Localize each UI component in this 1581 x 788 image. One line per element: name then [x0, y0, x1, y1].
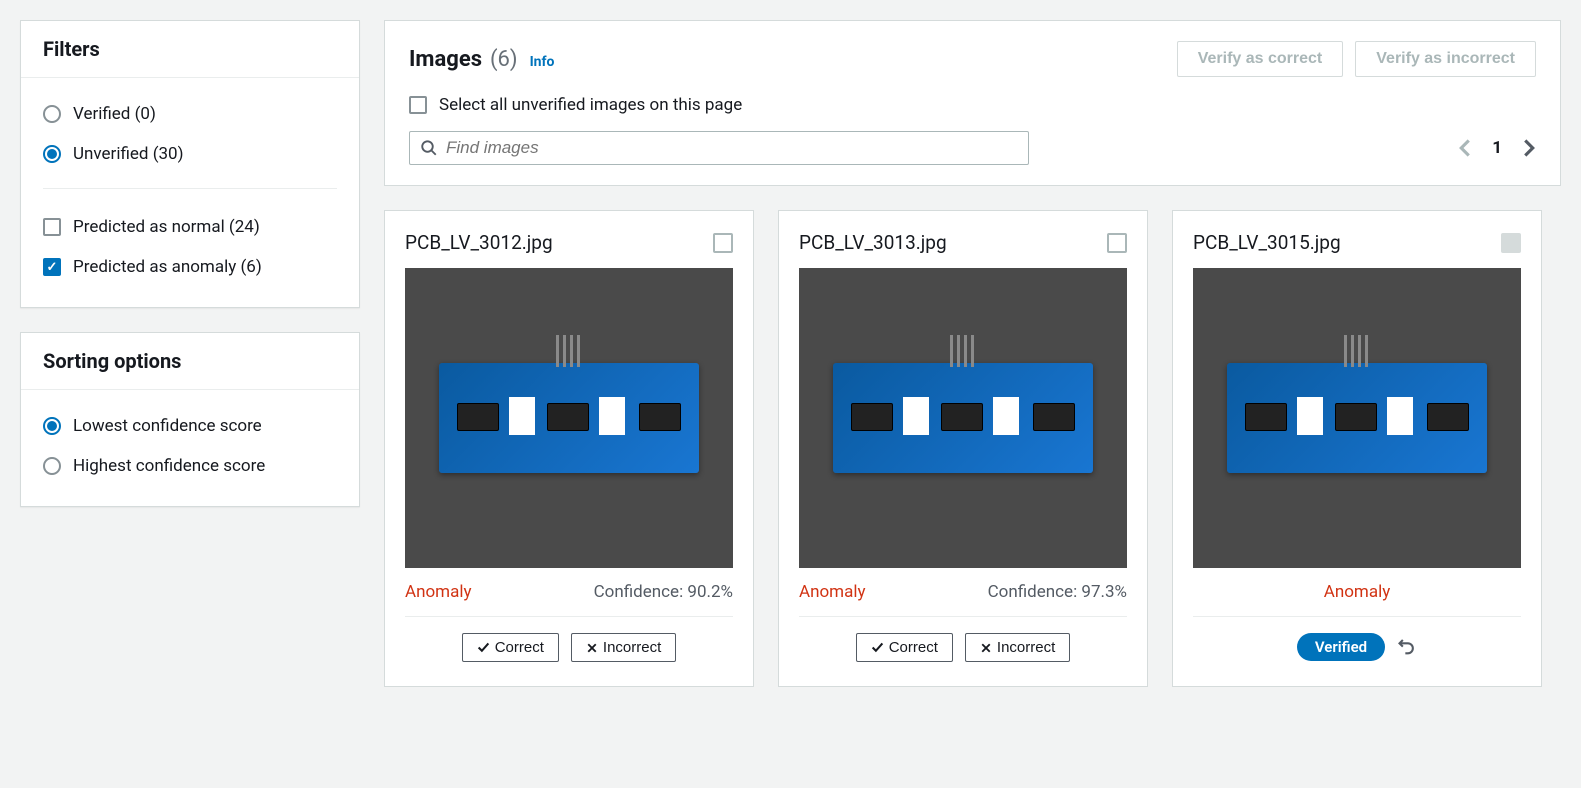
- filters-panel: Filters Verified (0) Unverified (30) Pred…: [20, 20, 360, 308]
- button-label: Correct: [495, 639, 544, 656]
- verify-incorrect-button[interactable]: Verify as incorrect: [1355, 41, 1536, 77]
- sorting-radio[interactable]: Lowest confidence score: [43, 406, 337, 446]
- images-panel: Images (6) Info Verify as correct Verify…: [384, 20, 1561, 186]
- checkbox-icon: [43, 258, 61, 276]
- filter-label: Verified (0): [73, 104, 156, 124]
- card-image[interactable]: [799, 268, 1127, 568]
- image-card: PCB_LV_3013.jpg Anomaly Confidence: 97.3%…: [778, 210, 1148, 687]
- filter-checkbox-prediction[interactable]: Predicted as anomaly (6): [43, 247, 337, 287]
- select-all-checkbox[interactable]: [409, 96, 427, 114]
- radio-icon: [43, 105, 61, 123]
- checkbox-icon: [43, 218, 61, 236]
- card-checkbox[interactable]: [1501, 233, 1521, 253]
- card-checkbox[interactable]: [713, 233, 733, 253]
- pager-next[interactable]: [1522, 138, 1536, 158]
- image-card: PCB_LV_3012.jpg Anomaly Confidence: 90.2%…: [384, 210, 754, 687]
- card-image[interactable]: [1193, 268, 1521, 568]
- status-label: Anomaly: [405, 582, 472, 602]
- undo-button[interactable]: [1397, 635, 1417, 659]
- sorting-radio[interactable]: Highest confidence score: [43, 446, 337, 486]
- mark-incorrect-button[interactable]: Incorrect: [965, 633, 1070, 662]
- pager-prev[interactable]: [1458, 138, 1472, 158]
- sorting-label: Lowest confidence score: [73, 416, 262, 436]
- card-filename: PCB_LV_3015.jpg: [1193, 231, 1341, 254]
- card-filename: PCB_LV_3012.jpg: [405, 231, 553, 254]
- card-image[interactable]: [405, 268, 733, 568]
- verification-filter-group: Verified (0) Unverified (30): [43, 94, 337, 174]
- pager-page-number: 1: [1492, 138, 1502, 158]
- radio-icon: [43, 457, 61, 475]
- search-input[interactable]: [446, 138, 1018, 158]
- card-checkbox[interactable]: [1107, 233, 1127, 253]
- confidence-label: Confidence: 90.2%: [594, 582, 733, 602]
- info-link[interactable]: Info: [530, 54, 555, 70]
- undo-icon: [1397, 635, 1417, 655]
- button-label: Incorrect: [997, 639, 1055, 656]
- images-count: (6): [490, 47, 518, 72]
- close-icon: [980, 642, 992, 654]
- status-label: Anomaly: [1324, 582, 1391, 602]
- mark-correct-button[interactable]: Correct: [856, 633, 953, 662]
- pager: 1: [1458, 138, 1536, 158]
- filter-radio-verification[interactable]: Verified (0): [43, 94, 337, 134]
- close-icon: [586, 642, 598, 654]
- search-box[interactable]: [409, 131, 1029, 165]
- sorting-title: Sorting options: [43, 349, 337, 373]
- sorting-label: Highest confidence score: [73, 456, 265, 476]
- image-card: PCB_LV_3015.jpg Anomaly Verified: [1172, 210, 1542, 687]
- filter-checkbox-prediction[interactable]: Predicted as normal (24): [43, 207, 337, 247]
- check-icon: [871, 641, 884, 654]
- mark-correct-button[interactable]: Correct: [462, 633, 559, 662]
- filter-label: Predicted as anomaly (6): [73, 257, 262, 277]
- button-label: Correct: [889, 639, 938, 656]
- select-all-label: Select all unverified images on this pag…: [439, 95, 742, 115]
- sorting-panel: Sorting options Lowest confidence score H…: [20, 332, 360, 507]
- verified-badge: Verified: [1297, 633, 1385, 661]
- check-icon: [477, 641, 490, 654]
- filter-radio-verification[interactable]: Unverified (30): [43, 134, 337, 174]
- status-label: Anomaly: [799, 582, 866, 602]
- chevron-right-icon: [1522, 138, 1536, 158]
- card-filename: PCB_LV_3013.jpg: [799, 231, 947, 254]
- images-title: Images: [409, 47, 482, 72]
- search-icon: [420, 139, 438, 157]
- verify-correct-button[interactable]: Verify as correct: [1177, 41, 1344, 77]
- filter-label: Unverified (30): [73, 144, 184, 164]
- confidence-label: Confidence: 97.3%: [988, 582, 1127, 602]
- radio-icon: [43, 417, 61, 435]
- filter-label: Predicted as normal (24): [73, 217, 260, 237]
- prediction-filter-group: Predicted as normal (24) Predicted as ano…: [43, 188, 337, 287]
- mark-incorrect-button[interactable]: Incorrect: [571, 633, 676, 662]
- filters-title: Filters: [43, 37, 337, 61]
- chevron-left-icon: [1458, 138, 1472, 158]
- button-label: Incorrect: [603, 639, 661, 656]
- radio-icon: [43, 145, 61, 163]
